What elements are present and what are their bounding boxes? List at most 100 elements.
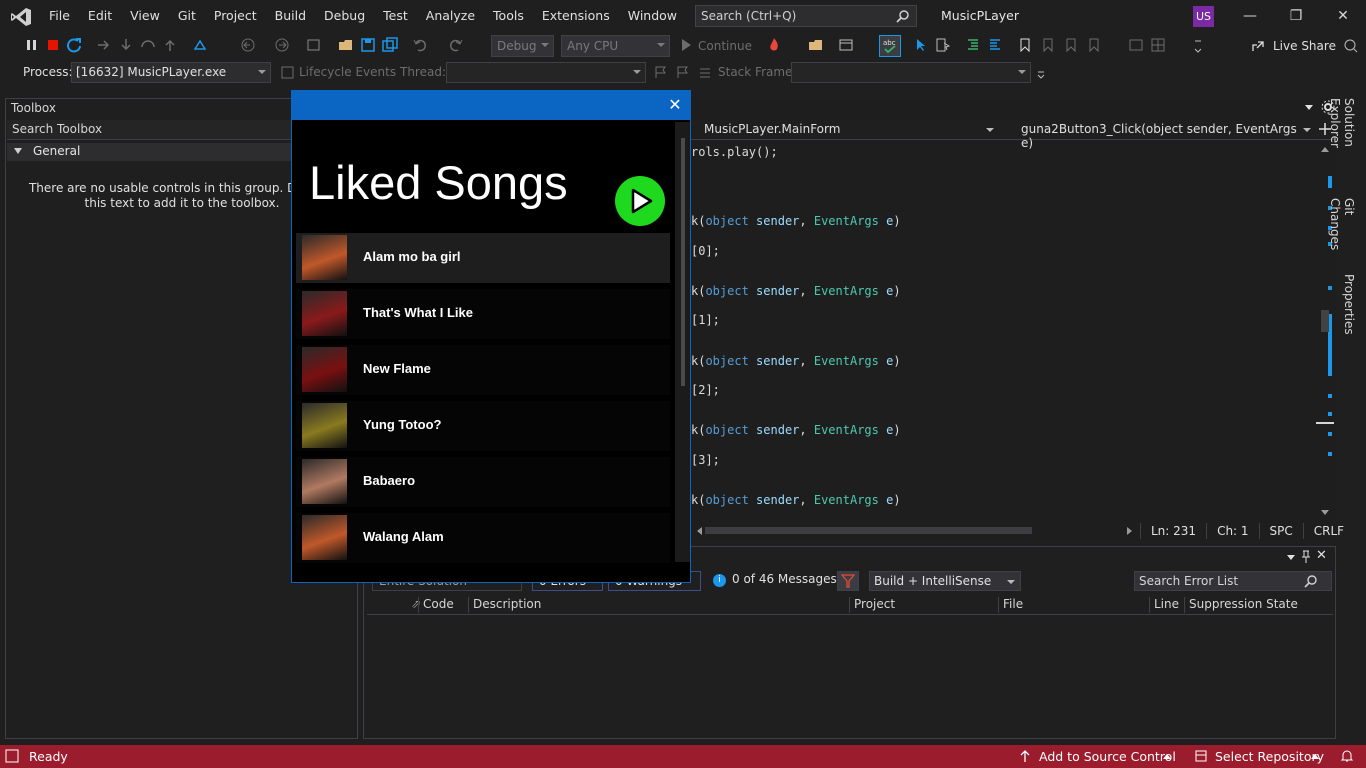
solution-platform-dropdown[interactable]: Any CPU — [561, 35, 670, 57]
next-bookmark-icon[interactable] — [1063, 37, 1079, 53]
step-over-icon[interactable] — [140, 37, 156, 53]
process-dropdown[interactable]: [16632] MusicPLayer.exe — [71, 62, 271, 83]
tab-git-changes[interactable]: Git Changes — [1328, 198, 1356, 266]
song-list-scroll-thumb[interactable] — [681, 138, 685, 386]
live-share-button[interactable]: Live Share — [1273, 39, 1336, 53]
open-file-icon[interactable] — [338, 37, 354, 53]
thread-dropdown[interactable] — [446, 62, 646, 83]
menu-view[interactable]: View — [121, 0, 169, 32]
scroll-left-arrow-icon[interactable] — [695, 526, 703, 536]
close-icon[interactable]: ✕ — [665, 96, 685, 116]
save-all-icon[interactable] — [382, 37, 398, 53]
close-window-icon[interactable]: ✕ — [1333, 6, 1353, 26]
visual-studio-logo-icon[interactable] — [10, 7, 32, 27]
restart-icon[interactable] — [66, 37, 82, 53]
restore-icon[interactable]: ❐ — [1286, 6, 1306, 26]
redo-icon[interactable] — [448, 37, 464, 53]
ide-search-box[interactable]: Search (Ctrl+Q) — [695, 5, 917, 27]
menu-edit[interactable]: Edit — [79, 0, 121, 32]
continue-button[interactable]: Continue — [698, 39, 752, 53]
toolbar-options-icon[interactable] — [1036, 70, 1046, 80]
undo-icon[interactable] — [412, 37, 428, 53]
flag-thread-icon[interactable] — [654, 65, 668, 79]
grid-icon[interactable] — [1150, 37, 1166, 53]
menu-analyze[interactable]: Analyze — [417, 0, 484, 32]
build-intellisense-dropdown[interactable]: Build + IntelliSense — [869, 571, 1021, 591]
column-code[interactable]: Code — [418, 597, 454, 613]
horizontal-scroll-thumb[interactable] — [705, 527, 1032, 534]
column-number[interactable]: Ch: 1 — [1206, 523, 1258, 539]
column-line[interactable]: Line — [1149, 597, 1179, 613]
member-navigation-dropdown[interactable]: guna2Button3_Click(object sender, EventA… — [1007, 121, 1315, 150]
menu-debug[interactable]: Debug — [315, 0, 374, 32]
tab-solution-explorer[interactable]: Solution Explorer — [1328, 98, 1356, 190]
panel-menu-chevron-icon[interactable] — [1286, 552, 1296, 562]
error-list-search-input[interactable]: Search Error List — [1134, 571, 1332, 591]
minimize-icon[interactable]: — — [1240, 6, 1260, 26]
menu-test[interactable]: Test — [374, 0, 417, 32]
layout-icon[interactable] — [838, 37, 854, 53]
feedback-icon[interactable] — [1343, 38, 1359, 54]
hot-reload-icon[interactable] — [192, 37, 208, 53]
element-picker-icon[interactable] — [935, 37, 951, 53]
line-endings[interactable]: CRLF — [1302, 523, 1354, 539]
save-icon[interactable] — [360, 37, 376, 53]
menu-git[interactable]: Git — [169, 0, 205, 32]
navigate-forward-icon[interactable] — [274, 37, 290, 53]
toolbar-overflow-icon[interactable] — [1190, 37, 1206, 53]
uncomment-lines-icon[interactable] — [987, 37, 1003, 53]
hot-reload-flame-icon[interactable] — [766, 37, 782, 53]
select-repository-button[interactable]: Select Repository — [1215, 749, 1324, 764]
navigate-back-icon[interactable] — [240, 37, 256, 53]
menu-file[interactable]: File — [40, 0, 79, 32]
column-file[interactable]: File — [998, 597, 1023, 613]
class-navigation-dropdown[interactable]: MusicPLayer.MainForm — [690, 121, 998, 139]
tab-properties[interactable]: Properties — [1342, 274, 1356, 335]
line-number[interactable]: Ln: 231 — [1140, 523, 1206, 539]
song-row[interactable]: Yung Totoo? — [296, 401, 670, 451]
spell-check-toggle[interactable]: abc — [879, 35, 901, 57]
bookmark-icon[interactable] — [1017, 37, 1033, 53]
window-menu-chevron-icon[interactable] — [1303, 101, 1315, 113]
pin-icon[interactable] — [1300, 550, 1312, 564]
break-all-icon[interactable] — [24, 37, 40, 53]
song-row[interactable]: New Flame — [296, 345, 670, 395]
solution-configuration-dropdown[interactable]: Debug — [491, 35, 554, 57]
stack-frame-dropdown[interactable] — [791, 62, 1031, 83]
comment-lines-icon[interactable] — [965, 37, 981, 53]
prev-bookmark-icon[interactable] — [1040, 37, 1056, 53]
image-icon[interactable] — [1128, 37, 1144, 53]
whitespace-mode[interactable]: SPC — [1258, 523, 1303, 539]
scroll-down-arrow-icon[interactable] — [1320, 509, 1330, 517]
menu-window[interactable]: Window — [619, 0, 686, 32]
user-avatar[interactable]: US — [1193, 6, 1214, 27]
messages-filter-toggle[interactable]: 0 of 46 Messages — [732, 572, 837, 586]
expand-arrow-icon[interactable] — [14, 148, 22, 154]
song-row[interactable]: Alam mo ba girl — [296, 233, 670, 283]
column-project[interactable]: Project — [849, 597, 895, 613]
unflag-thread-icon[interactable] — [676, 65, 690, 79]
column-description[interactable]: Description — [468, 597, 541, 613]
song-row[interactable]: That's What I Like — [296, 289, 670, 339]
editor-scroll-thumb[interactable] — [1321, 310, 1329, 332]
lifecycle-events-button[interactable]: Lifecycle Events — [299, 65, 396, 79]
browse-folder-icon[interactable] — [808, 37, 824, 53]
continue-icon[interactable] — [678, 37, 694, 53]
column-suppression-state[interactable]: Suppression State — [1184, 597, 1298, 613]
menu-tools[interactable]: Tools — [484, 0, 533, 32]
step-out-icon[interactable] — [162, 37, 178, 53]
song-row[interactable]: Walang Alam — [296, 513, 670, 563]
show-next-statement-icon[interactable] — [96, 37, 112, 53]
cursor-select-icon[interactable] — [913, 37, 929, 53]
add-to-source-control-button[interactable]: Add to Source Control — [1039, 749, 1176, 764]
filter-toggle[interactable] — [837, 571, 859, 591]
menu-build[interactable]: Build — [266, 0, 315, 32]
step-into-icon[interactable] — [118, 37, 134, 53]
notifications-bell-icon[interactable] — [1339, 748, 1355, 764]
menu-extensions[interactable]: Extensions — [533, 0, 619, 32]
new-project-icon[interactable] — [306, 37, 322, 53]
clear-bookmarks-icon[interactable] — [1086, 37, 1102, 53]
menu-project[interactable]: Project — [205, 0, 266, 32]
music-player-title-bar[interactable] — [292, 91, 690, 120]
stop-debugging-icon[interactable] — [45, 37, 61, 53]
